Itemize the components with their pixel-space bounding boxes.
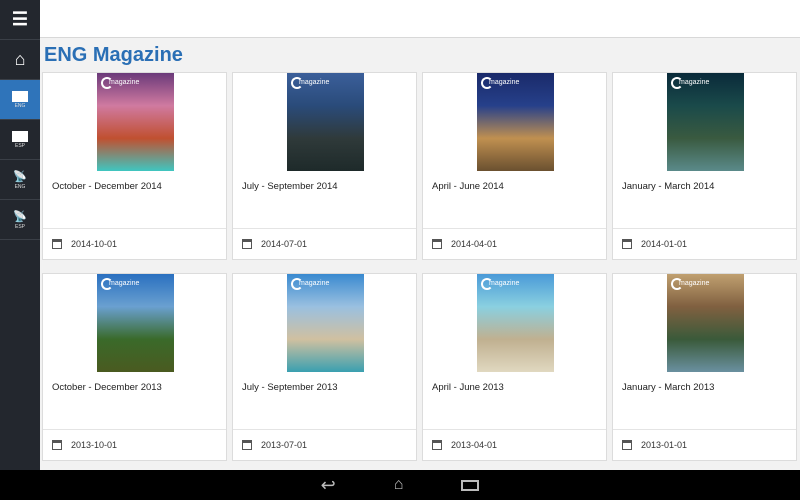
cover-brand: magazine — [489, 79, 520, 86]
cover-image[interactable]: magazine — [287, 73, 364, 171]
issue-footer: 2013-04-01 — [423, 429, 606, 460]
issue-date: 2014-07-01 — [261, 239, 308, 249]
issue-card[interactable]: magazine April - June 2013 2013-04-01 — [422, 273, 607, 461]
cover-image[interactable]: magazine — [667, 73, 744, 171]
sidebar-item-label: ESP — [14, 223, 25, 230]
home-icon: ⌂ — [14, 49, 26, 69]
issue-footer: 2014-07-01 — [233, 228, 416, 259]
calendar-icon — [242, 440, 252, 450]
sidebar-item-label: ESP — [14, 142, 25, 149]
magazine-icon — [12, 130, 28, 142]
cover-image[interactable]: magazine — [477, 73, 554, 171]
issue-card[interactable]: magazine January - March 2014 2014-01-01 — [612, 72, 797, 260]
issue-date: 2013-07-01 — [261, 440, 308, 450]
sidebar-item-esp-magazine[interactable]: ESP — [0, 120, 40, 160]
issue-date: 2014-01-01 — [641, 239, 688, 249]
cover-brand: magazine — [489, 280, 520, 287]
issue-date: 2014-10-01 — [71, 239, 118, 249]
issue-title: January - March 2013 — [622, 382, 715, 393]
hamburger-icon: ☰ — [11, 9, 29, 29]
back-icon[interactable]: ↩ — [321, 475, 336, 496]
sidebar-item-label: ENG — [14, 102, 26, 109]
issue-footer: 2014-04-01 — [423, 228, 606, 259]
cover-brand: magazine — [679, 79, 710, 86]
issue-title: April - June 2014 — [432, 181, 504, 192]
issue-title: January - March 2014 — [622, 181, 715, 192]
antenna-icon: 📡 — [13, 170, 27, 183]
issue-date: 2013-10-01 — [71, 440, 118, 450]
cover-brand: magazine — [299, 280, 330, 287]
cover-brand: magazine — [679, 280, 710, 287]
issue-date: 2013-01-01 — [641, 440, 688, 450]
calendar-icon — [622, 440, 632, 450]
sidebar: ☰ ⌂ ENG ESP 📡 ENG 📡 ESP — [0, 0, 40, 470]
issue-title: April - June 2013 — [432, 382, 504, 393]
calendar-icon — [432, 440, 442, 450]
calendar-icon — [242, 239, 252, 249]
issue-card[interactable]: magazine July - September 2014 2014-07-0… — [232, 72, 417, 260]
issue-footer: 2013-01-01 — [613, 429, 796, 460]
cover-image[interactable]: magazine — [477, 274, 554, 372]
cover-image[interactable]: magazine — [97, 274, 174, 372]
issue-card[interactable]: magazine October - December 2013 2013-10… — [42, 273, 227, 461]
issue-card[interactable]: magazine January - March 2013 2013-01-01 — [612, 273, 797, 461]
cover-brand: magazine — [109, 280, 140, 287]
android-nav-bar: ↩ ⌂ — [0, 470, 800, 500]
sidebar-item-label: ENG — [14, 183, 26, 190]
issue-title: October - December 2013 — [52, 382, 162, 393]
sidebar-item-eng-radio[interactable]: 📡 ENG — [0, 160, 40, 200]
calendar-icon — [622, 239, 632, 249]
antenna-icon: 📡 — [13, 210, 27, 223]
sidebar-item-home[interactable]: ⌂ — [0, 40, 40, 80]
issue-date: 2014-04-01 — [451, 239, 498, 249]
issue-footer: 2014-10-01 — [43, 228, 226, 259]
issue-card[interactable]: magazine July - September 2013 2013-07-0… — [232, 273, 417, 461]
issue-title: October - December 2014 — [52, 181, 162, 192]
sidebar-item-esp-radio[interactable]: 📡 ESP — [0, 200, 40, 240]
cover-image[interactable]: magazine — [287, 274, 364, 372]
cover-image[interactable]: magazine — [97, 73, 174, 171]
recents-icon[interactable] — [461, 479, 480, 491]
issue-footer: 2013-07-01 — [233, 429, 416, 460]
cover-brand: magazine — [109, 79, 140, 86]
menu-button[interactable]: ☰ — [0, 0, 40, 40]
calendar-icon — [52, 239, 62, 249]
cover-image[interactable]: magazine — [667, 274, 744, 372]
calendar-icon — [432, 239, 442, 249]
cover-brand: magazine — [299, 79, 330, 86]
issue-card[interactable]: magazine October - December 2014 2014-10… — [42, 72, 227, 260]
sidebar-item-eng-magazine[interactable]: ENG — [0, 80, 40, 120]
home-nav-icon[interactable]: ⌂ — [394, 476, 404, 494]
top-bar — [40, 0, 800, 38]
issue-card[interactable]: magazine April - June 2014 2014-04-01 — [422, 72, 607, 260]
issue-footer: 2014-01-01 — [613, 228, 796, 259]
issue-date: 2013-04-01 — [451, 440, 498, 450]
calendar-icon — [52, 440, 62, 450]
issue-footer: 2013-10-01 — [43, 429, 226, 460]
issue-title: July - September 2013 — [242, 382, 338, 393]
page-title: ENG Magazine — [44, 44, 183, 66]
issue-title: July - September 2014 — [242, 181, 338, 192]
magazine-icon — [12, 90, 28, 102]
